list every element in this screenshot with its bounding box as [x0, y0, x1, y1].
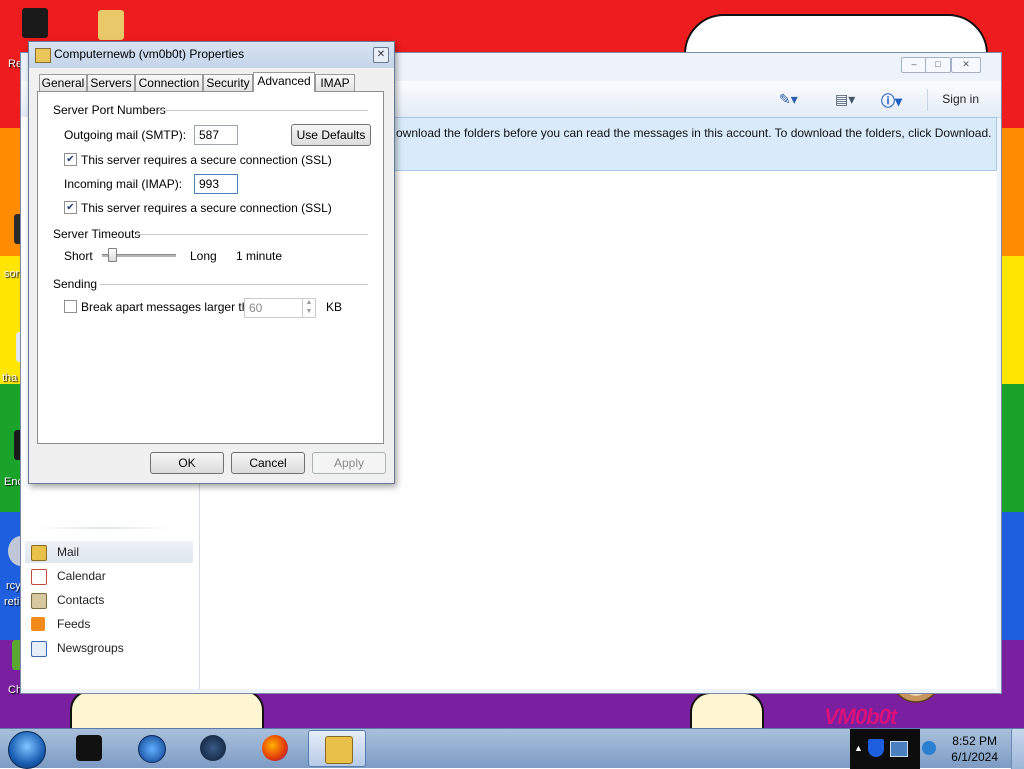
cartoon-shape-right: [690, 692, 764, 728]
contacts-icon: [31, 593, 47, 609]
break-apart-label: Break apart messages larger than: [81, 300, 262, 314]
desktop-icon-label: tha: [2, 372, 18, 384]
taskbar-firefox[interactable]: [246, 730, 304, 767]
tab-general[interactable]: General: [39, 74, 87, 91]
tab-advanced[interactable]: Advanced: [253, 72, 315, 92]
smtp-port-input[interactable]: [194, 125, 238, 145]
newsgroups-icon: [31, 641, 47, 657]
maximize-button[interactable]: □: [925, 57, 951, 73]
recycle-bin-icon[interactable]: [22, 8, 48, 38]
network-icon[interactable]: [890, 741, 908, 757]
advanced-tab-panel: Server Port Numbers Outgoing mail (SMTP)…: [37, 91, 384, 444]
taskbar-app-1[interactable]: [60, 730, 118, 767]
clock[interactable]: 8:52 PM 6/1/2024: [951, 733, 998, 765]
nav-item-mail[interactable]: Mail: [25, 541, 193, 563]
taskbar-media-player[interactable]: [122, 730, 180, 767]
taskbar-app-3[interactable]: [184, 730, 242, 767]
nav-item-label: Calendar: [57, 569, 106, 583]
tab-servers[interactable]: Servers: [87, 74, 135, 91]
imap-port-input[interactable]: [194, 174, 238, 194]
timeout-value-label: 1 minute: [236, 249, 283, 263]
paintbrush-icon[interactable]: ✎▾: [779, 91, 798, 108]
system-tray: ▲: [850, 729, 920, 769]
signin-button[interactable]: Sign in: [927, 89, 979, 111]
group-divider: [158, 110, 368, 111]
calendar-icon: [31, 569, 47, 585]
start-button[interactable]: [8, 731, 46, 769]
tray-expand-icon[interactable]: ▲: [854, 743, 863, 753]
brand-logo-text: VM0b0t: [824, 704, 897, 728]
nav-item-label: Newsgroups: [57, 641, 124, 655]
dialog-close-button[interactable]: ✕: [373, 47, 389, 63]
clock-time: 8:52 PM: [952, 734, 997, 748]
timeout-slider-thumb[interactable]: [108, 248, 118, 262]
security-shield-icon[interactable]: [868, 739, 884, 757]
nav-item-contacts[interactable]: Contacts: [25, 589, 193, 611]
cartoon-shape-left: [70, 690, 264, 728]
show-desktop-button[interactable]: [1011, 729, 1024, 769]
nav-item-feeds[interactable]: Feeds: [25, 613, 193, 635]
spin-down-icon[interactable]: ▼: [303, 307, 315, 316]
nav-item-label: Mail: [57, 545, 80, 559]
mail-icon: [325, 736, 353, 764]
firefox-icon: [262, 735, 288, 761]
nav-item-calendar[interactable]: Calendar: [25, 565, 193, 587]
timeout-short-label: Short: [64, 249, 93, 263]
size-spinner[interactable]: ▲ ▼: [302, 298, 315, 318]
account-properties-dialog: Computernewb (vm0b0t) Properties ✕ Gener…: [28, 41, 395, 484]
imap-ssl-label: This server requires a secure connection…: [81, 201, 332, 215]
use-defaults-button[interactable]: Use Defaults: [291, 124, 371, 146]
mail-icon: [31, 545, 47, 561]
desktop-icon-label: rcy: [6, 580, 21, 592]
spin-up-icon[interactable]: ▲: [303, 298, 315, 307]
smtp-ssl-checkbox[interactable]: ✔: [64, 153, 77, 166]
window-close-button[interactable]: ✕: [951, 57, 981, 73]
smtp-ssl-label: This server requires a secure connection…: [81, 153, 332, 167]
dialog-titlebar[interactable]: Computernewb (vm0b0t) Properties ✕: [29, 42, 394, 68]
timeout-long-label: Long: [190, 249, 217, 263]
break-apart-checkbox[interactable]: ✔: [64, 300, 77, 313]
help-icon[interactable]: ⓘ▾: [881, 91, 902, 111]
server-timeouts-heading: Server Timeouts: [53, 227, 141, 241]
imap-port-label: Incoming mail (IMAP):: [64, 177, 183, 191]
minimize-button[interactable]: –: [901, 57, 927, 73]
apply-button[interactable]: Apply: [312, 452, 386, 474]
app-icon: [76, 735, 102, 761]
server-ports-heading: Server Port Numbers: [53, 103, 166, 117]
mail-folder-desktop-icon[interactable]: [98, 10, 124, 40]
info-bar: ownload the folders before you can read …: [393, 117, 997, 171]
nav-item-newsgroups[interactable]: Newsgroups: [25, 637, 193, 659]
imap-ssl-checkbox[interactable]: ✔: [64, 201, 77, 214]
app-icon: [200, 735, 226, 761]
smtp-port-label: Outgoing mail (SMTP):: [64, 128, 187, 142]
media-player-icon: [138, 735, 166, 763]
nav-item-label: Feeds: [57, 617, 91, 631]
clock-date: 6/1/2024: [951, 750, 998, 764]
tab-connection[interactable]: Connection: [135, 74, 203, 91]
cancel-button[interactable]: Cancel: [231, 452, 305, 474]
nav-item-label: Contacts: [57, 593, 105, 607]
desktop-icon-label: reti: [4, 596, 20, 608]
dialog-title: Computernewb (vm0b0t) Properties: [54, 47, 245, 61]
tab-security[interactable]: Security: [203, 74, 253, 91]
menu-options-icon[interactable]: ▤▾: [835, 91, 855, 108]
ok-button[interactable]: OK: [150, 452, 224, 474]
taskbar: ▲ 8:52 PM 6/1/2024: [0, 728, 1024, 769]
group-divider: [100, 284, 368, 285]
tab-imap[interactable]: IMAP: [315, 74, 355, 91]
account-icon: [35, 48, 51, 63]
info-bar-message: ownload the folders before you can read …: [396, 126, 992, 140]
taskbar-mail[interactable]: [308, 730, 366, 767]
desktop-icon-label: sor: [4, 268, 20, 280]
nav-separator: [37, 527, 171, 529]
volume-icon[interactable]: [922, 741, 936, 755]
feeds-icon: [31, 617, 45, 631]
size-unit-label: KB: [326, 300, 343, 314]
group-divider: [136, 234, 368, 235]
sending-heading: Sending: [53, 277, 98, 291]
